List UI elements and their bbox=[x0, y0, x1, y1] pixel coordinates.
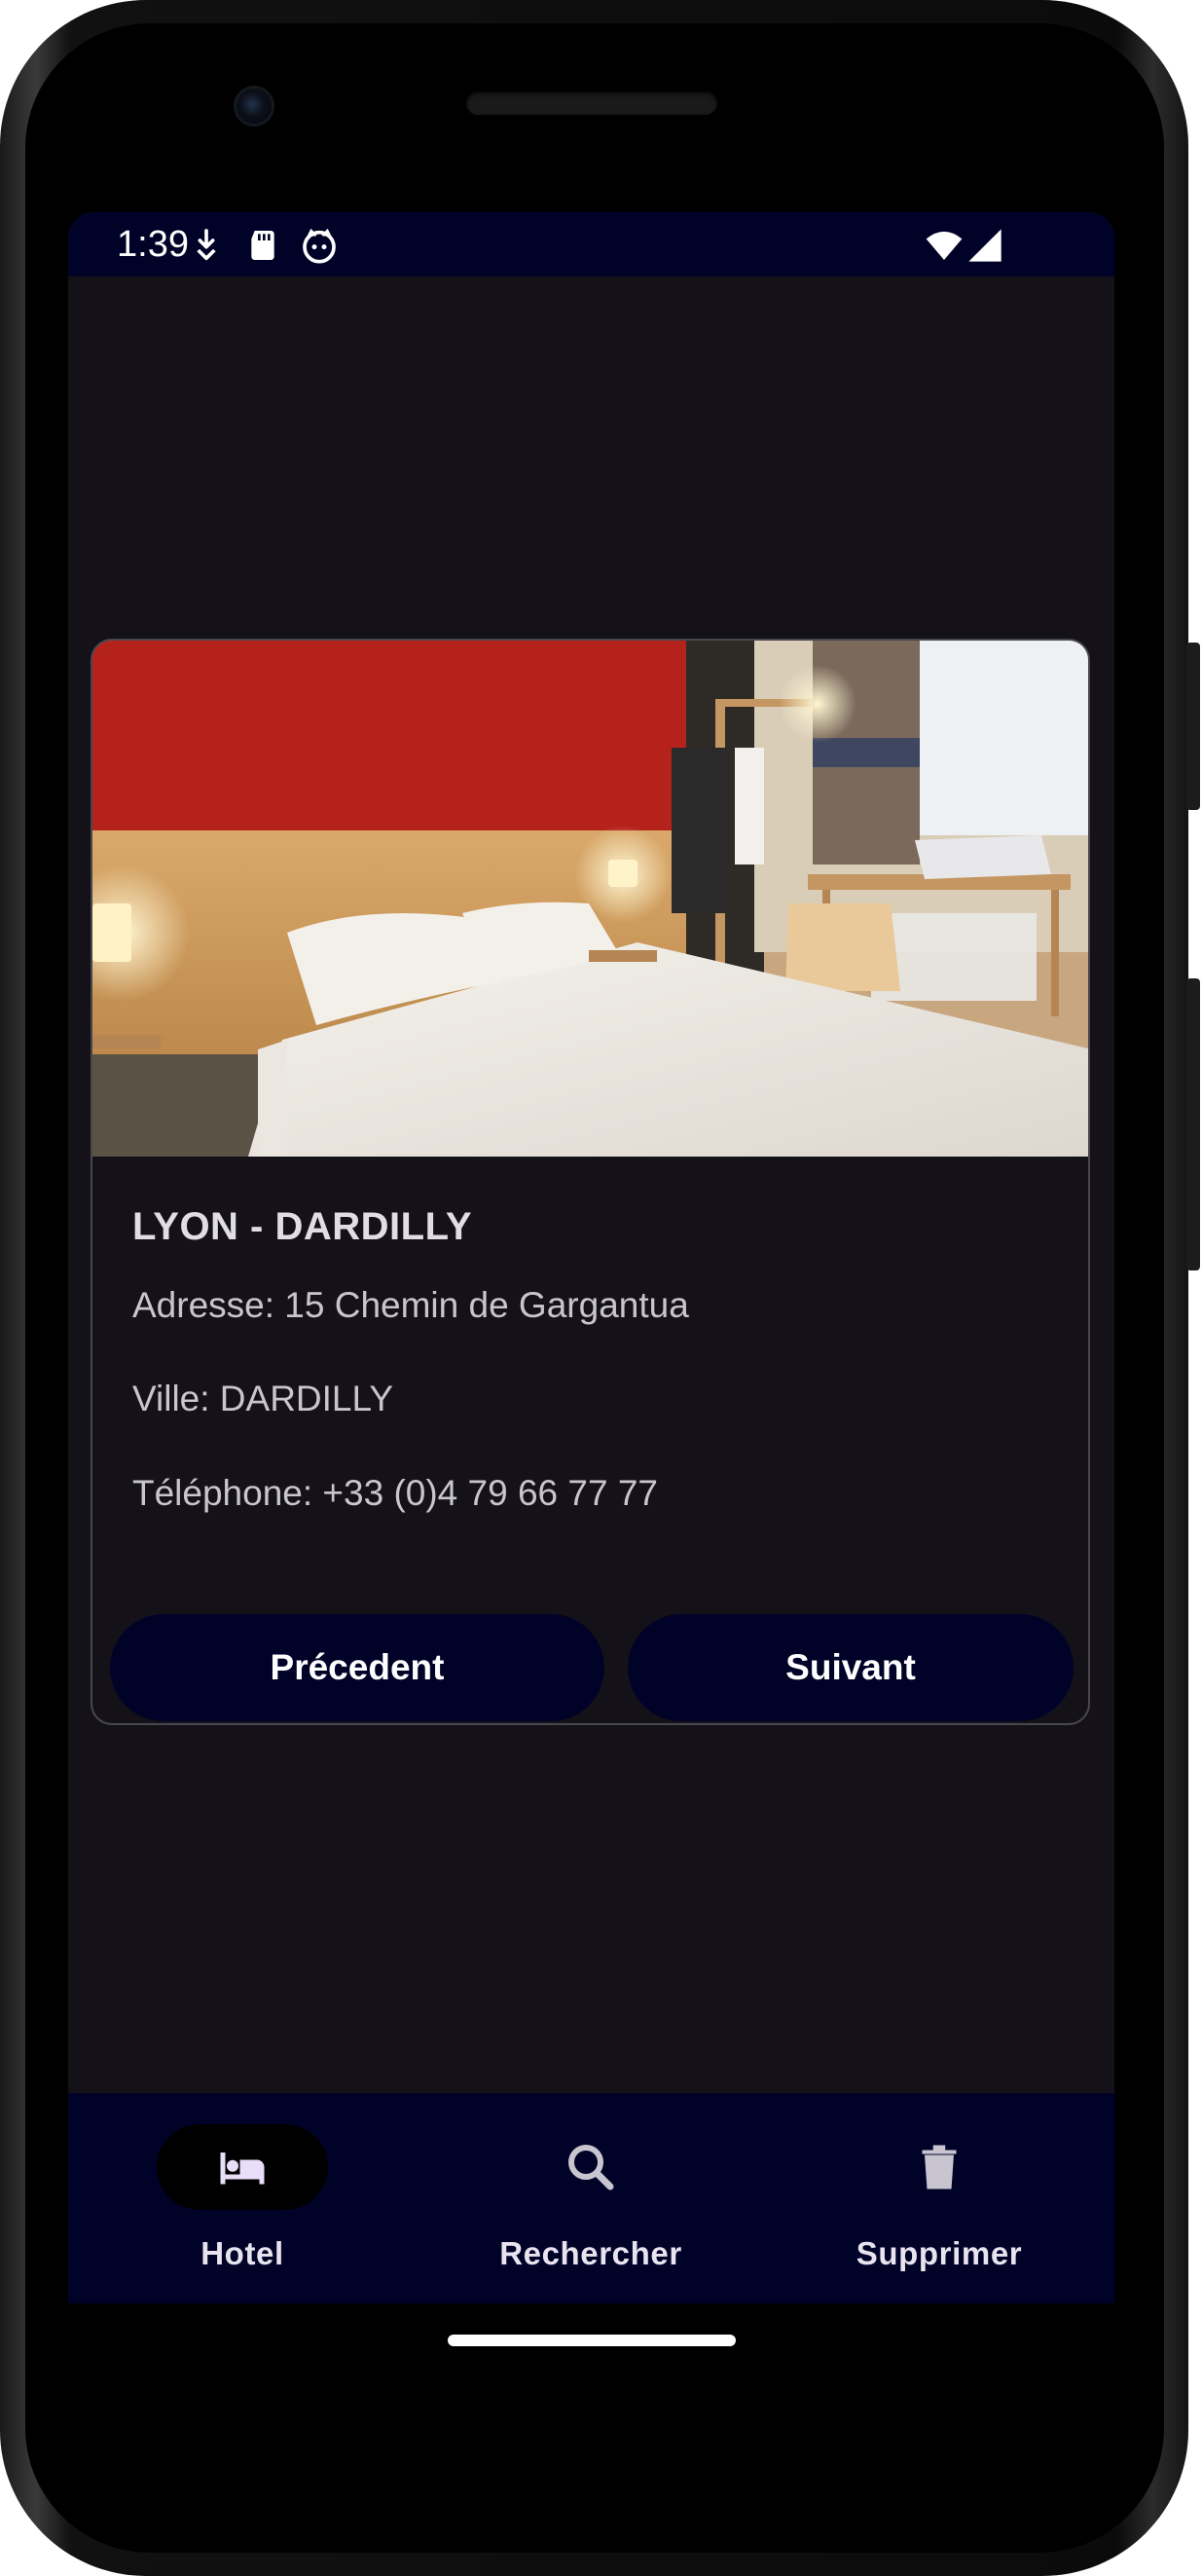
power-button[interactable] bbox=[1186, 643, 1200, 810]
nav-item-delete[interactable]: Supprimer bbox=[765, 2093, 1113, 2303]
hotel-phone: Téléphone: +33 (0)4 79 66 77 77 bbox=[132, 1473, 659, 1513]
bottom-navigation: Hotel Rechercher Supprimer bbox=[68, 2093, 1114, 2303]
earpiece-speaker bbox=[466, 92, 717, 115]
search-icon bbox=[568, 2145, 614, 2190]
cell-signal-icon bbox=[968, 229, 1002, 262]
status-time: 1:39 bbox=[117, 224, 189, 265]
hotel-address: Adresse: 15 Chemin de Gargantua bbox=[132, 1285, 689, 1325]
wifi-icon bbox=[926, 231, 963, 260]
hotel-card: LYON - DARDILLY Adresse: 15 Chemin de Ga… bbox=[91, 639, 1090, 1725]
hotel-room-photo bbox=[92, 641, 1088, 1157]
download-icon bbox=[197, 229, 216, 261]
volume-button[interactable] bbox=[1186, 978, 1200, 1270]
nav-item-hotel[interactable]: Hotel bbox=[68, 2093, 417, 2303]
trash-icon bbox=[922, 2145, 957, 2190]
bed-icon bbox=[220, 2153, 265, 2185]
front-camera bbox=[234, 86, 274, 127]
sd-card-icon bbox=[251, 231, 274, 260]
hotel-name: LYON - DARDILLY bbox=[132, 1205, 473, 1248]
next-button[interactable]: Suivant bbox=[628, 1614, 1074, 1721]
app-screen: 1:39 LYON - DARDILLY Adresse: 15 Chemin … bbox=[68, 212, 1114, 2303]
hotel-city: Ville: DARDILLY bbox=[132, 1379, 394, 1418]
nav-label-search: Rechercher bbox=[499, 2235, 682, 2271]
status-bar: 1:39 bbox=[68, 212, 1114, 276]
nav-label-delete: Supprimer bbox=[856, 2235, 1023, 2271]
nav-item-search[interactable]: Rechercher bbox=[417, 2093, 765, 2303]
home-indicator[interactable] bbox=[448, 2335, 736, 2346]
cat-face-icon bbox=[303, 228, 336, 264]
previous-button[interactable]: Précedent bbox=[110, 1614, 604, 1721]
nav-label-hotel: Hotel bbox=[200, 2235, 284, 2271]
